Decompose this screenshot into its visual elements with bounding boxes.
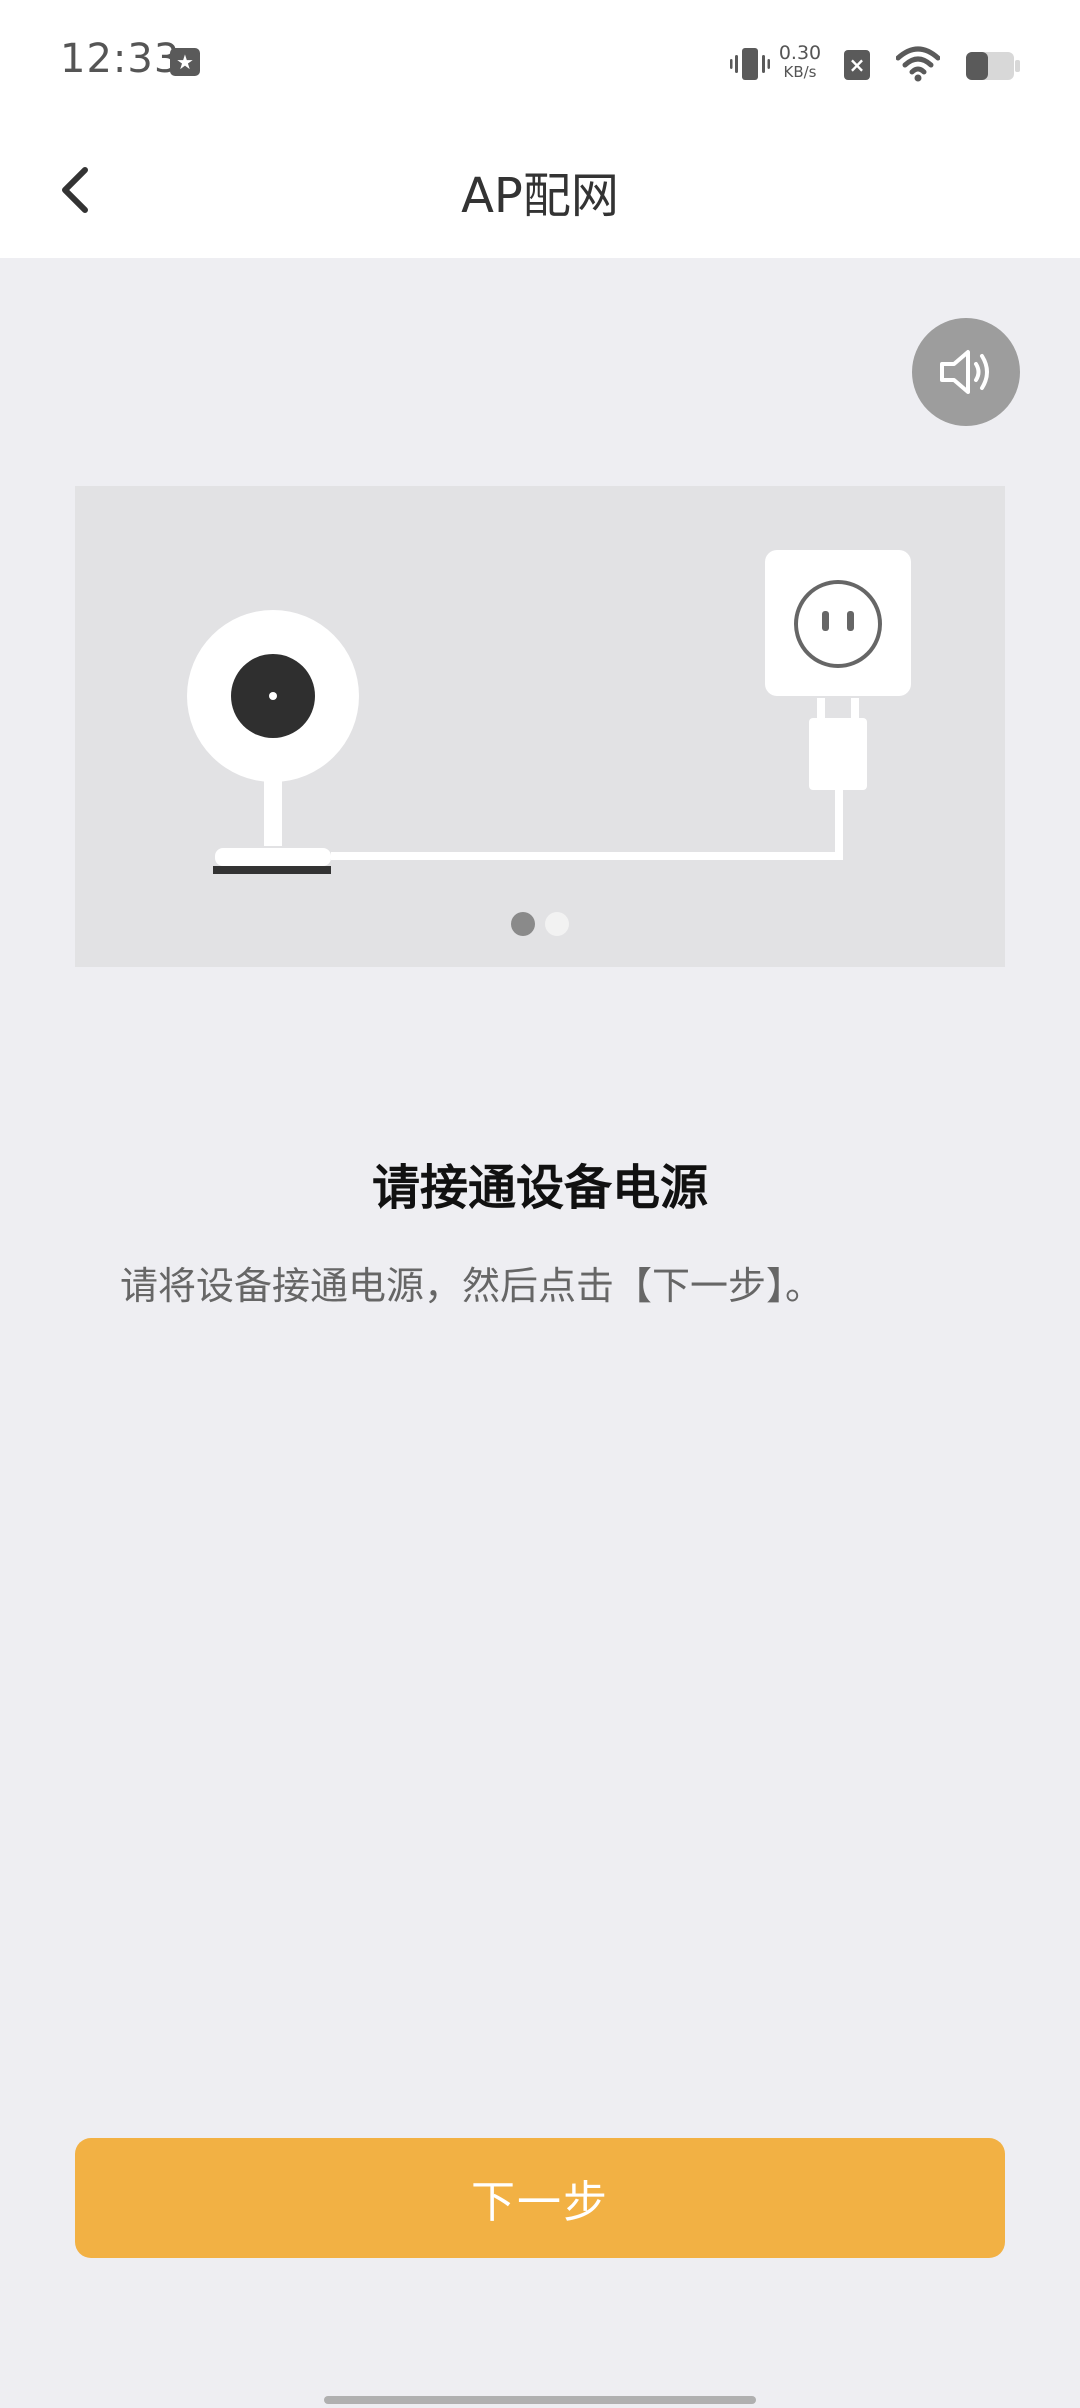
pager-dot[interactable] — [545, 912, 569, 936]
net-speed-value: 0.30 — [778, 42, 822, 64]
step-title: 请接通设备电源 — [371, 1160, 708, 1216]
status-bar: 12:33 ★ 0.30 KB/s × — [0, 0, 1080, 128]
home-indicator[interactable] — [324, 2396, 756, 2404]
power-plug-icon — [809, 698, 867, 790]
net-speed-unit: KB/s — [783, 63, 817, 81]
star-badge-icon: ★ — [170, 48, 200, 76]
step-description: 请将设备接通电源，然后点击【下一步】。 — [120, 1264, 824, 1308]
nav-header: AP配网 — [0, 128, 1080, 258]
power-outlet-icon — [765, 550, 911, 696]
next-step-button[interactable]: 下一步 — [75, 2138, 1005, 2258]
wifi-icon — [896, 46, 940, 82]
speaker-icon — [940, 350, 989, 394]
illustration-graphic — [187, 550, 911, 874]
ap-config-screen: 12:33 ★ 0.30 KB/s × AP配网 请接通设备电源 请将设备接通电… — [0, 0, 1080, 2408]
sound-toggle-button[interactable] — [912, 318, 1020, 426]
next-step-label: 下一步 — [471, 2177, 609, 2228]
camera-icon — [187, 610, 359, 874]
net-speed: 0.30 KB/s — [775, 44, 825, 82]
page-title: AP配网 — [461, 168, 619, 224]
vibrate-icon — [730, 48, 770, 80]
status-time: 12:33 — [60, 36, 181, 82]
carousel-pager — [75, 912, 1005, 936]
setup-illustration — [75, 486, 1005, 967]
pager-dot-active[interactable] — [511, 912, 535, 936]
battery-icon — [966, 52, 1020, 80]
no-sim-icon: × — [844, 50, 870, 80]
